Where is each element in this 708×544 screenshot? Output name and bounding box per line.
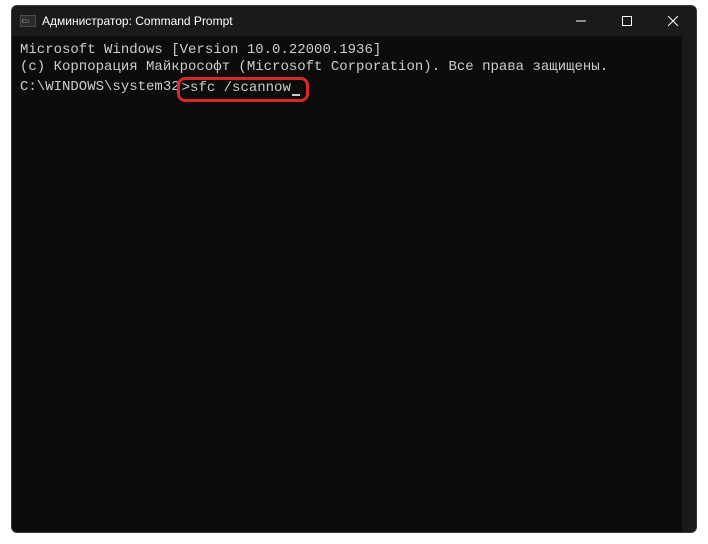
vertical-scrollbar[interactable]: [682, 36, 696, 532]
terminal-output[interactable]: Microsoft Windows [Version 10.0.22000.19…: [12, 36, 696, 532]
terminal-prompt-line: C:\WINDOWS\system32>sfc /scannow: [20, 76, 688, 101]
minimize-button[interactable]: [558, 6, 604, 36]
prompt-path: C:\WINDOWS\system32: [20, 79, 180, 95]
titlebar-left: C:\ Администратор: Command Prompt: [12, 14, 233, 28]
titlebar[interactable]: C:\ Администратор: Command Prompt: [12, 6, 696, 36]
close-button[interactable]: [650, 6, 696, 36]
window-controls: [558, 6, 696, 36]
typed-command: >sfc /scannow: [182, 80, 291, 96]
cmd-icon: C:\: [20, 14, 36, 28]
window-title: Администратор: Command Prompt: [42, 14, 233, 28]
maximize-button[interactable]: [604, 6, 650, 36]
command-highlight: >sfc /scannow: [177, 77, 309, 102]
terminal-line-copyright: (c) Корпорация Майкрософт (Microsoft Cor…: [20, 59, 688, 76]
text-cursor: [292, 94, 300, 96]
scrollbar-thumb[interactable]: [684, 38, 694, 533]
svg-text:C:\: C:\: [22, 19, 30, 25]
terminal-line-version: Microsoft Windows [Version 10.0.22000.19…: [20, 42, 688, 59]
command-prompt-window: C:\ Администратор: Command Prompt: [11, 5, 697, 533]
